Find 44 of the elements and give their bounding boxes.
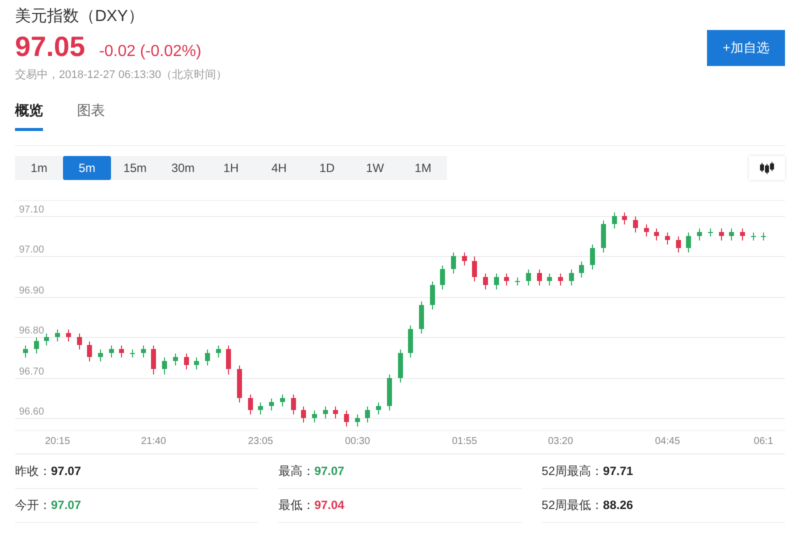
- x-axis-label: 21:40: [140, 436, 166, 447]
- x-axis-label: 03:20: [548, 436, 574, 447]
- chart-type-button[interactable]: [749, 156, 785, 180]
- price-change: -0.02 (-0.02%): [99, 43, 202, 61]
- tab[interactable]: 概览: [15, 102, 43, 131]
- stat-value: 88.26: [603, 498, 634, 512]
- period-button[interactable]: 1H: [207, 156, 255, 180]
- y-axis-label: 97.00: [19, 244, 44, 256]
- stat-label: 52周最高：: [542, 464, 604, 478]
- y-axis-label: 96.70: [19, 366, 44, 378]
- period-button[interactable]: 1m: [15, 156, 63, 180]
- trading-status: 交易中，2018-12-27 06:13:30（北京时间）: [15, 68, 228, 82]
- x-axis-label: 23:05: [248, 436, 274, 447]
- period-button[interactable]: 1M: [399, 156, 447, 180]
- y-axis-label: 96.90: [19, 286, 44, 296]
- y-axis-label: 96.80: [19, 326, 44, 336]
- stat-value: 97.07: [314, 464, 344, 478]
- index-title: 美元指数（DXY）: [15, 6, 145, 27]
- price: 97.05: [15, 31, 86, 63]
- stat-label: 最高：: [278, 464, 314, 478]
- period-button[interactable]: 1D: [303, 156, 351, 180]
- period-button[interactable]: 30m: [159, 156, 207, 180]
- tab[interactable]: 图表: [77, 102, 105, 131]
- stat-value: 97.07: [51, 498, 82, 512]
- x-axis-label: 04:45: [654, 436, 680, 447]
- stat-label: 今开：: [15, 498, 51, 512]
- y-axis-label: 97.10: [19, 204, 44, 216]
- x-axis-label: 01:55: [452, 436, 478, 447]
- period-button[interactable]: 5m: [63, 156, 111, 180]
- period-button[interactable]: 1W: [351, 156, 399, 180]
- y-axis-label: 96.60: [19, 406, 44, 418]
- add-watchlist-button[interactable]: +加自选: [707, 30, 785, 66]
- x-axis-label: 20:15: [44, 436, 70, 447]
- x-axis-label: 00:30: [344, 436, 370, 447]
- period-button[interactable]: 15m: [111, 156, 159, 180]
- stat-label: 昨收：: [15, 464, 51, 478]
- stat-value: 97.04: [314, 498, 344, 512]
- x-axis-label: 06:1: [754, 436, 774, 447]
- stat-value: 97.07: [51, 464, 82, 478]
- candlestick-icon: [760, 162, 774, 174]
- stat-label: 最低：: [278, 498, 314, 512]
- period-button[interactable]: 4H: [255, 156, 303, 180]
- stat-value: 97.71: [603, 464, 634, 478]
- stat-label: 52周最低：: [542, 498, 604, 512]
